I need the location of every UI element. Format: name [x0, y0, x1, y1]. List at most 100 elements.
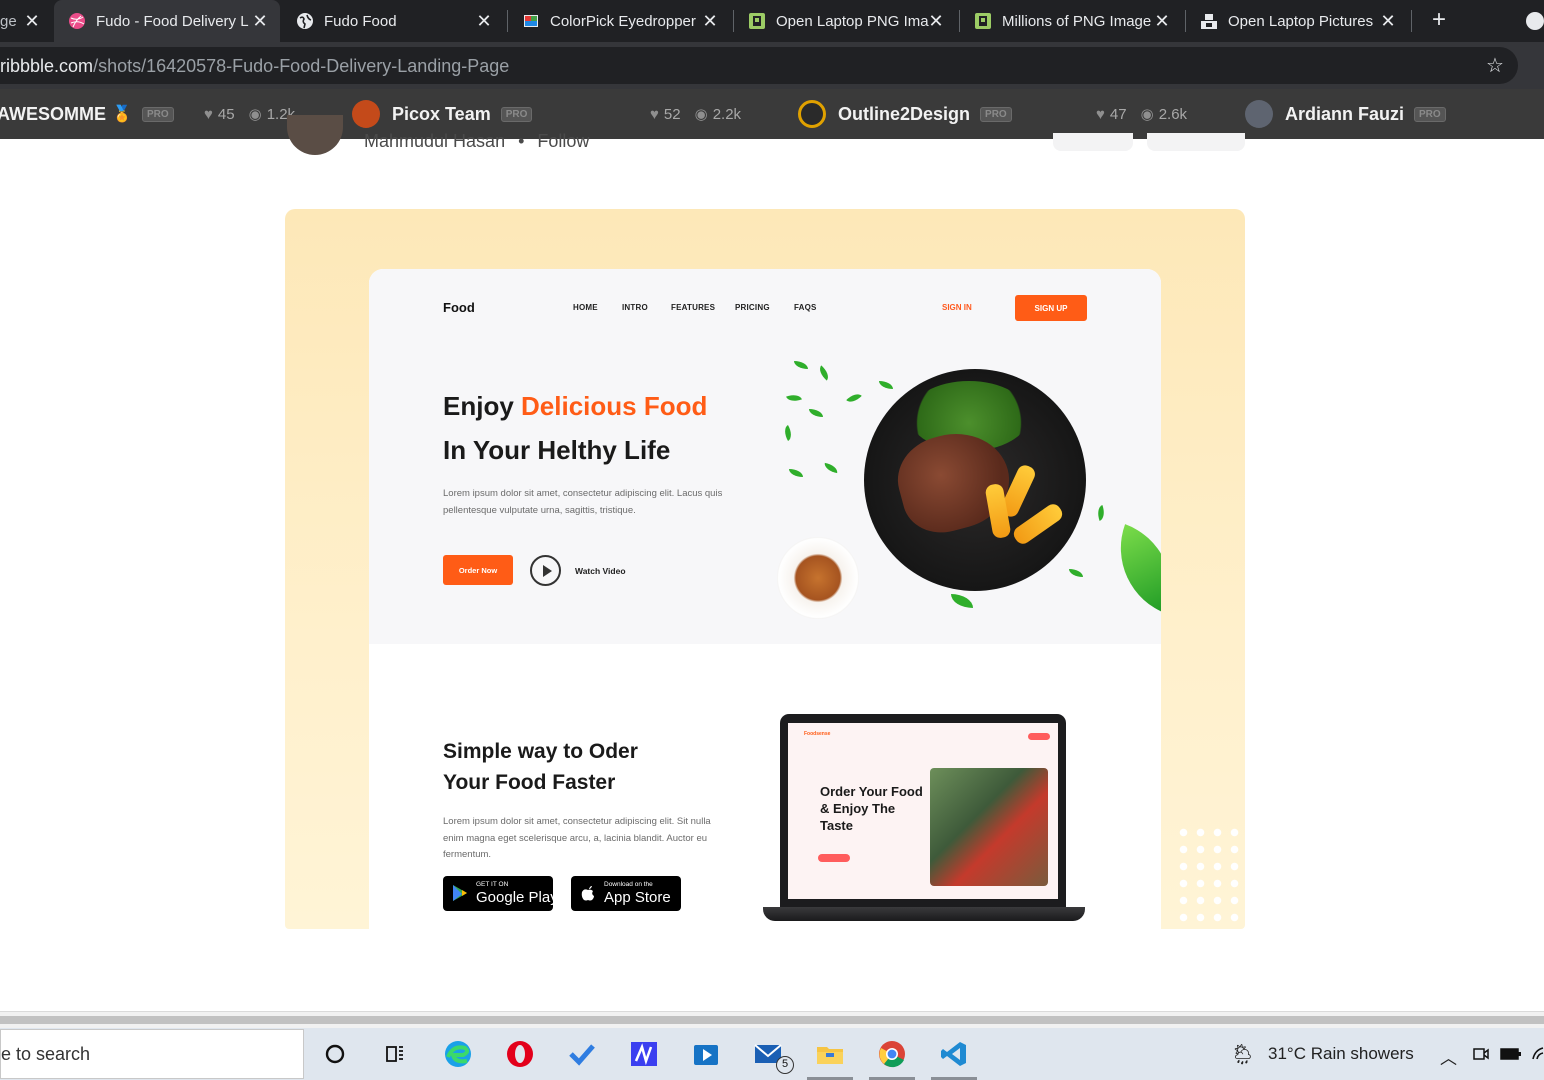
heart-icon: ♥ — [204, 105, 213, 123]
opera-icon[interactable] — [505, 1039, 535, 1069]
mock-sign-in: SIGN IN — [942, 303, 972, 312]
section2-text: Lorem ipsum dolor sit amet, consectetur … — [443, 816, 711, 860]
mock-nav-faqs: FAQS — [794, 303, 817, 312]
mock-nav-intro: INTRO — [622, 303, 648, 312]
google-play-icon — [453, 885, 467, 901]
new-tab-button[interactable]: + — [1427, 8, 1451, 32]
vscode-icon[interactable] — [939, 1039, 969, 1069]
author-name[interactable]: Mahmudul Hasan — [364, 131, 505, 151]
save-button[interactable] — [1053, 133, 1133, 151]
globe-icon — [297, 13, 313, 29]
tab-close-icon[interactable]: ✕ — [1378, 11, 1398, 31]
address-bar-area: dribbble.com/shots/16420578-Fudo-Food-De… — [0, 42, 1544, 89]
tab-search-icon[interactable] — [1526, 12, 1544, 30]
pngwing-icon — [749, 13, 765, 29]
wifi-icon[interactable] — [1531, 1045, 1544, 1068]
todo-icon[interactable] — [567, 1039, 597, 1069]
tab-colorpick[interactable]: ColorPick Eyedropper ✕ — [508, 0, 730, 42]
tab-fudo-food[interactable]: Fudo Food ✕ — [282, 0, 504, 42]
view-count: 2.6k — [1158, 105, 1188, 123]
google-play-small: GET IT ON — [476, 881, 509, 888]
shot-author-outline2design[interactable]: Outline2Design PRO — [798, 89, 1012, 139]
app-icon[interactable] — [629, 1039, 659, 1069]
file-explorer-icon[interactable] — [815, 1039, 845, 1069]
eye-icon: ◉ — [1140, 106, 1154, 123]
mock-sign-up: SIGN UP — [1015, 295, 1087, 321]
laptop-brand: Foodsense — [804, 731, 831, 737]
shot-author-awesomme[interactable]: AWESOMME 🏅 PRO — [0, 89, 174, 139]
tab-close-icon[interactable]: ✕ — [926, 11, 946, 31]
hero-heading-line1: Enjoy Delicious Food — [443, 391, 707, 422]
windows-taskbar: e to search 5 🌦 31°C Rain showers ︿ — [0, 1028, 1544, 1080]
tab-close-icon[interactable]: ✕ — [22, 11, 42, 31]
dribbble-icon — [69, 13, 85, 29]
weather-text[interactable]: 31°C Rain showers — [1268, 1044, 1414, 1064]
eye-icon: ◉ — [248, 106, 262, 123]
pro-badge: PRO — [980, 106, 1012, 122]
follow-link[interactable]: Follow — [537, 131, 589, 151]
horizontal-scrollbar[interactable] — [0, 1011, 1544, 1028]
heart-icon: ♥ — [1096, 105, 1105, 123]
pro-badge: PRO — [141, 106, 174, 122]
section2-heading-line1: Simple way to Oder — [443, 740, 638, 763]
media-icon[interactable] — [691, 1039, 721, 1069]
hero-text: Lorem ipsum dolor sit amet, consectetur … — [443, 488, 723, 516]
tab-open-laptop-png[interactable]: Open Laptop PNG Ima ✕ — [734, 0, 956, 42]
separator-dot: • — [518, 131, 525, 151]
heart-icon: ♥ — [650, 105, 659, 123]
apple-icon — [581, 886, 594, 901]
laptop-base — [763, 907, 1085, 921]
laptop-nav-button — [1028, 733, 1050, 740]
section2-heading-line2: Your Food Faster — [443, 771, 616, 794]
omnibox[interactable]: dribbble.com/shots/16420578-Fudo-Food-De… — [0, 47, 1518, 84]
app-store-small: Download on the — [604, 881, 653, 888]
tab-separator — [1411, 10, 1412, 32]
weather-icon[interactable]: 🌦 — [1230, 1042, 1255, 1067]
tab-open-laptop-pictures[interactable]: Open Laptop Pictures ✕ — [1186, 0, 1408, 42]
tab-fudo-dribbble[interactable]: Fudo - Food Delivery L ✕ — [54, 0, 280, 42]
shot-author-name: AWESOMME — [0, 103, 107, 124]
shot-stats: ♥ 47 ◉ 2.6k — [1096, 89, 1187, 139]
scrollbar-thumb[interactable] — [0, 1016, 1544, 1024]
hero-heading-accent: Delicious Food — [521, 391, 708, 421]
like-count: 45 — [217, 105, 235, 123]
laptop-screen-content: Foodsense Order Your Food & Enjoy The Ta… — [788, 723, 1058, 899]
tab-close-icon[interactable]: ✕ — [250, 11, 270, 31]
battery-icon[interactable] — [1500, 1046, 1522, 1066]
mock-nav-pricing: PRICING — [735, 303, 770, 312]
bookmark-star-icon[interactable]: ☆ — [1486, 53, 1504, 78]
author-avatar[interactable] — [287, 115, 343, 155]
chevron-up-icon[interactable]: ︿ — [1440, 1044, 1457, 1069]
edge-icon[interactable] — [443, 1039, 473, 1069]
tab-close-icon[interactable]: ✕ — [1152, 11, 1172, 31]
tab-close-icon[interactable]: ✕ — [700, 11, 720, 31]
author-line: Mahmudul Hasan • Follow — [364, 131, 589, 152]
avatar — [352, 100, 380, 128]
pro-badge: PRO — [1414, 106, 1446, 122]
related-shots-strip: AWESOMME 🏅 PRO ♥ 45 ◉ 1.2k Picox Team PRO … — [0, 89, 1544, 139]
url-host: dribbble.com — [0, 56, 94, 76]
laptop-mockup: Foodsense Order Your Food & Enjoy The Ta… — [780, 714, 1066, 907]
like-button[interactable] — [1147, 133, 1245, 151]
taskbar-search[interactable]: e to search — [0, 1029, 304, 1079]
pngwing-icon — [975, 13, 991, 29]
shot-image: Food HOME INTRO FEATURES PRICING FAQS SI… — [285, 209, 1245, 929]
app-store-badge: Download on the App Store — [571, 876, 681, 911]
shot-author-ardiann[interactable]: Ardiann Fauzi PRO — [1245, 89, 1446, 139]
mock-nav-home: HOME — [573, 303, 598, 312]
avatar — [798, 100, 826, 128]
url-path: /shots/16420578-Fudo-Food-Delivery-Landi… — [93, 56, 510, 76]
url-text[interactable]: dribbble.com/shots/16420578-Fudo-Food-De… — [0, 56, 509, 77]
tab-partial[interactable]: ge ✕ — [0, 0, 50, 42]
eye-icon: ◉ — [694, 106, 708, 123]
task-view-icon[interactable] — [380, 1039, 410, 1069]
pro-badge: PRO — [500, 106, 533, 122]
mock-nav-features: FEATURES — [671, 303, 716, 312]
tab-close-icon[interactable]: ✕ — [474, 11, 494, 31]
shot-stats: ♥ 52 ◉ 2.2k — [650, 89, 741, 139]
cortana-icon[interactable] — [320, 1039, 350, 1069]
tab-millions-png[interactable]: Millions of PNG Image ✕ — [960, 0, 1182, 42]
meet-now-icon[interactable] — [1472, 1045, 1490, 1068]
chrome-icon[interactable] — [877, 1039, 907, 1069]
avatar — [1245, 100, 1273, 128]
